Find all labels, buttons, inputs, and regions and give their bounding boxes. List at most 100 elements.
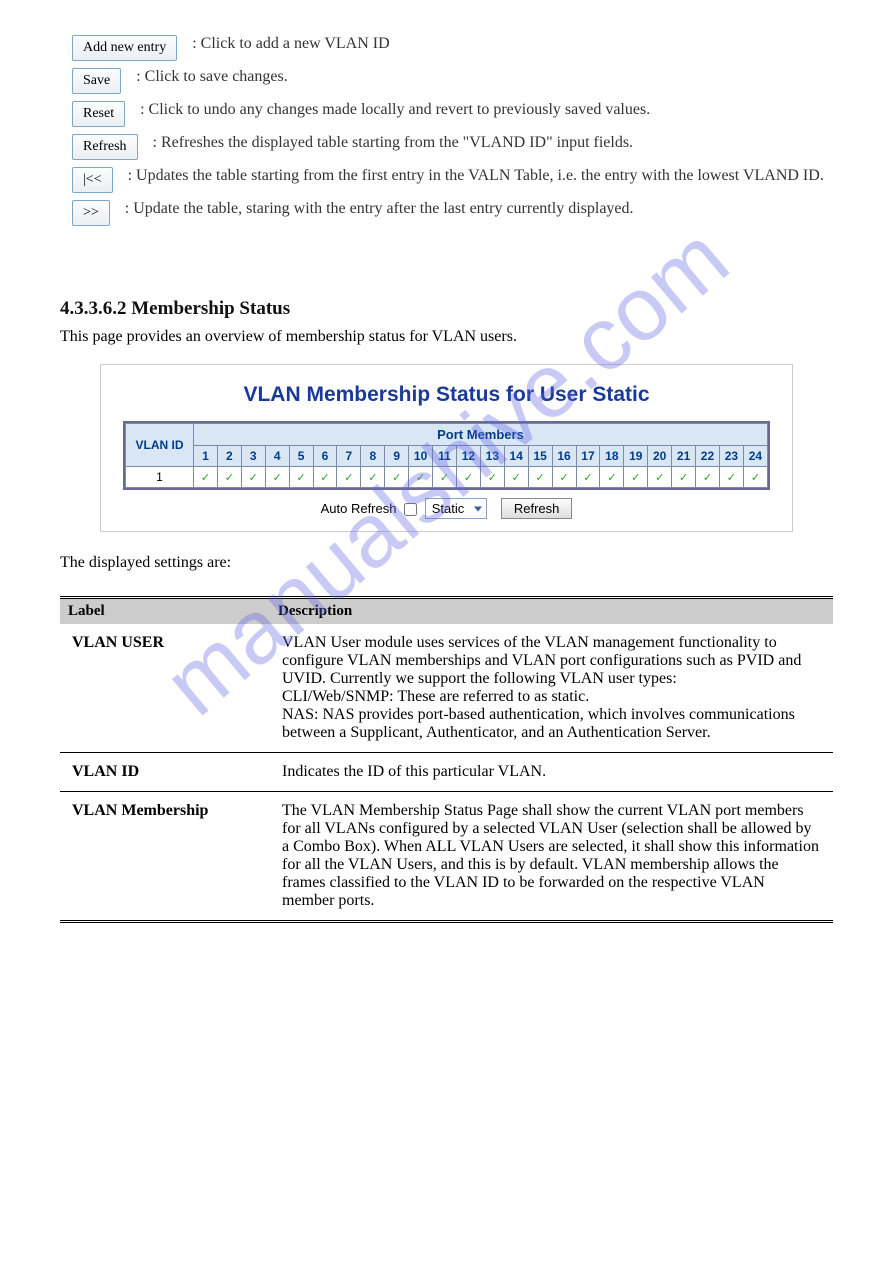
check-icon: ✓ [655,472,664,484]
button-desc-text: : Click to add a new VLAN ID [192,35,833,53]
port-header: 24 [743,446,767,467]
member-cell: ✓ [313,467,337,488]
screenshot-panel: VLAN Membership Status for User Static V… [100,364,793,532]
refresh-button[interactable]: Refresh [501,498,573,519]
port-header: 17 [576,446,600,467]
member-cell: ✓ [217,467,241,488]
member-cell: ✓ [719,467,743,488]
button-row: Refresh : Refreshes the displayed table … [72,134,833,160]
panel-title: VLAN Membership Status for User Static [123,383,770,407]
port-header: 20 [648,446,672,467]
param-header-desc: Description [270,598,833,625]
auto-refresh-label: Auto Refresh [321,501,397,516]
member-cell: ✓ [265,467,289,488]
check-icon: ✓ [631,472,640,484]
check-icon: ✓ [296,472,305,484]
check-icon: ✓ [727,472,736,484]
member-cell: ✓ [337,467,361,488]
table-row: VLAN ID Indicates the ID of this particu… [60,753,833,792]
table-row: 1 ✓ ✓ ✓ ✓ ✓ ✓ ✓ ✓ ✓ ✓ ✓ ✓ ✓ ✓ ✓ ✓ ✓ ✓ ✓ [126,467,768,488]
param-label: VLAN ID [60,753,270,792]
member-cell: ✓ [528,467,552,488]
check-icon: ✓ [320,472,329,484]
check-icon: ✓ [201,472,210,484]
next-page-button-image: >> [72,200,110,226]
vlan-id-cell: 1 [126,467,194,488]
button-desc-text: : Updates the table starting from the fi… [128,167,833,185]
port-header: 6 [313,446,337,467]
member-cell: ✓ [194,467,218,488]
member-cell: ✓ [504,467,528,488]
control-row: Auto Refresh Static Refresh [123,498,770,519]
user-type-select[interactable]: Static [425,498,488,519]
button-desc-text: : Click to undo any changes made locally… [140,101,833,119]
vlan-membership-table: VLAN ID Port Members 1 2 3 4 5 6 7 8 9 1… [125,423,768,488]
member-cell: ✓ [241,467,265,488]
check-icon: ✓ [559,472,568,484]
button-row: |<< : Updates the table starting from th… [72,167,833,193]
check-icon: ✓ [512,472,521,484]
parameter-table: Label Description VLAN USER VLAN User mo… [60,596,833,923]
check-icon: ✓ [225,472,234,484]
port-header: 16 [552,446,576,467]
header-port-members: Port Members [194,424,768,446]
port-header: 14 [504,446,528,467]
port-header: 8 [361,446,385,467]
port-header: 18 [600,446,624,467]
button-desc-text: : Click to save changes. [136,68,833,86]
table-row: VLAN Membership The VLAN Membership Stat… [60,792,833,922]
port-header-row: 1 2 3 4 5 6 7 8 9 10 11 12 13 14 15 16 1… [126,446,768,467]
member-cell: ✓ [433,467,457,488]
header-vlan-id: VLAN ID [126,424,194,467]
add-new-entry-button-image: Add new entry [72,35,177,61]
param-label: VLAN USER [60,624,270,753]
section-heading: 4.3.3.6.2 Membership Status [60,298,833,320]
member-cell: ✓ [361,467,385,488]
param-desc: Indicates the ID of this particular VLAN… [270,753,833,792]
member-cell: ✓ [696,467,720,488]
button-desc-text: : Refreshes the displayed table starting… [153,134,833,152]
param-label: VLAN Membership [60,792,270,922]
table-row: VLAN USER VLAN User module uses services… [60,624,833,753]
member-cell: ✓ [552,467,576,488]
port-header: 4 [265,446,289,467]
member-cell: ✓ [480,467,504,488]
auto-refresh-checkbox[interactable] [404,503,417,516]
check-icon: ✓ [583,472,592,484]
port-header: 2 [217,446,241,467]
port-header: 10 [409,446,433,467]
port-header: 13 [480,446,504,467]
member-cell: ✓ [576,467,600,488]
port-header: 3 [241,446,265,467]
check-icon: ✓ [392,472,401,484]
check-icon: ✓ [344,472,353,484]
param-desc: VLAN User module uses services of the VL… [270,624,833,753]
check-icon: ✓ [607,472,616,484]
member-cell: ✓ [456,467,480,488]
check-icon: ✓ [464,472,473,484]
check-icon: ✓ [440,472,449,484]
member-cell: ✓ [624,467,648,488]
param-desc: The VLAN Membership Status Page shall sh… [270,792,833,922]
check-icon: ✓ [249,472,258,484]
first-page-button-image: |<< [72,167,113,193]
button-row: Reset : Click to undo any changes made l… [72,101,833,127]
member-cell: ✓ [409,467,433,488]
member-cell: ✓ [648,467,672,488]
port-header: 15 [528,446,552,467]
port-header: 7 [337,446,361,467]
check-icon: ✓ [751,472,760,484]
intro-paragraph: This page provides an overview of member… [60,328,833,346]
figure-caption: The displayed settings are: [60,554,833,572]
check-icon: ✓ [488,472,497,484]
button-descriptions: Add new entry : Click to add a new VLAN … [60,30,833,273]
port-header: 21 [672,446,696,467]
port-header: 9 [385,446,409,467]
member-cell: ✓ [600,467,624,488]
port-header: 11 [433,446,457,467]
button-row: Add new entry : Click to add a new VLAN … [72,35,833,61]
port-header: 23 [719,446,743,467]
reset-button-image: Reset [72,101,125,127]
port-header: 19 [624,446,648,467]
refresh-button-image: Refresh [72,134,138,160]
